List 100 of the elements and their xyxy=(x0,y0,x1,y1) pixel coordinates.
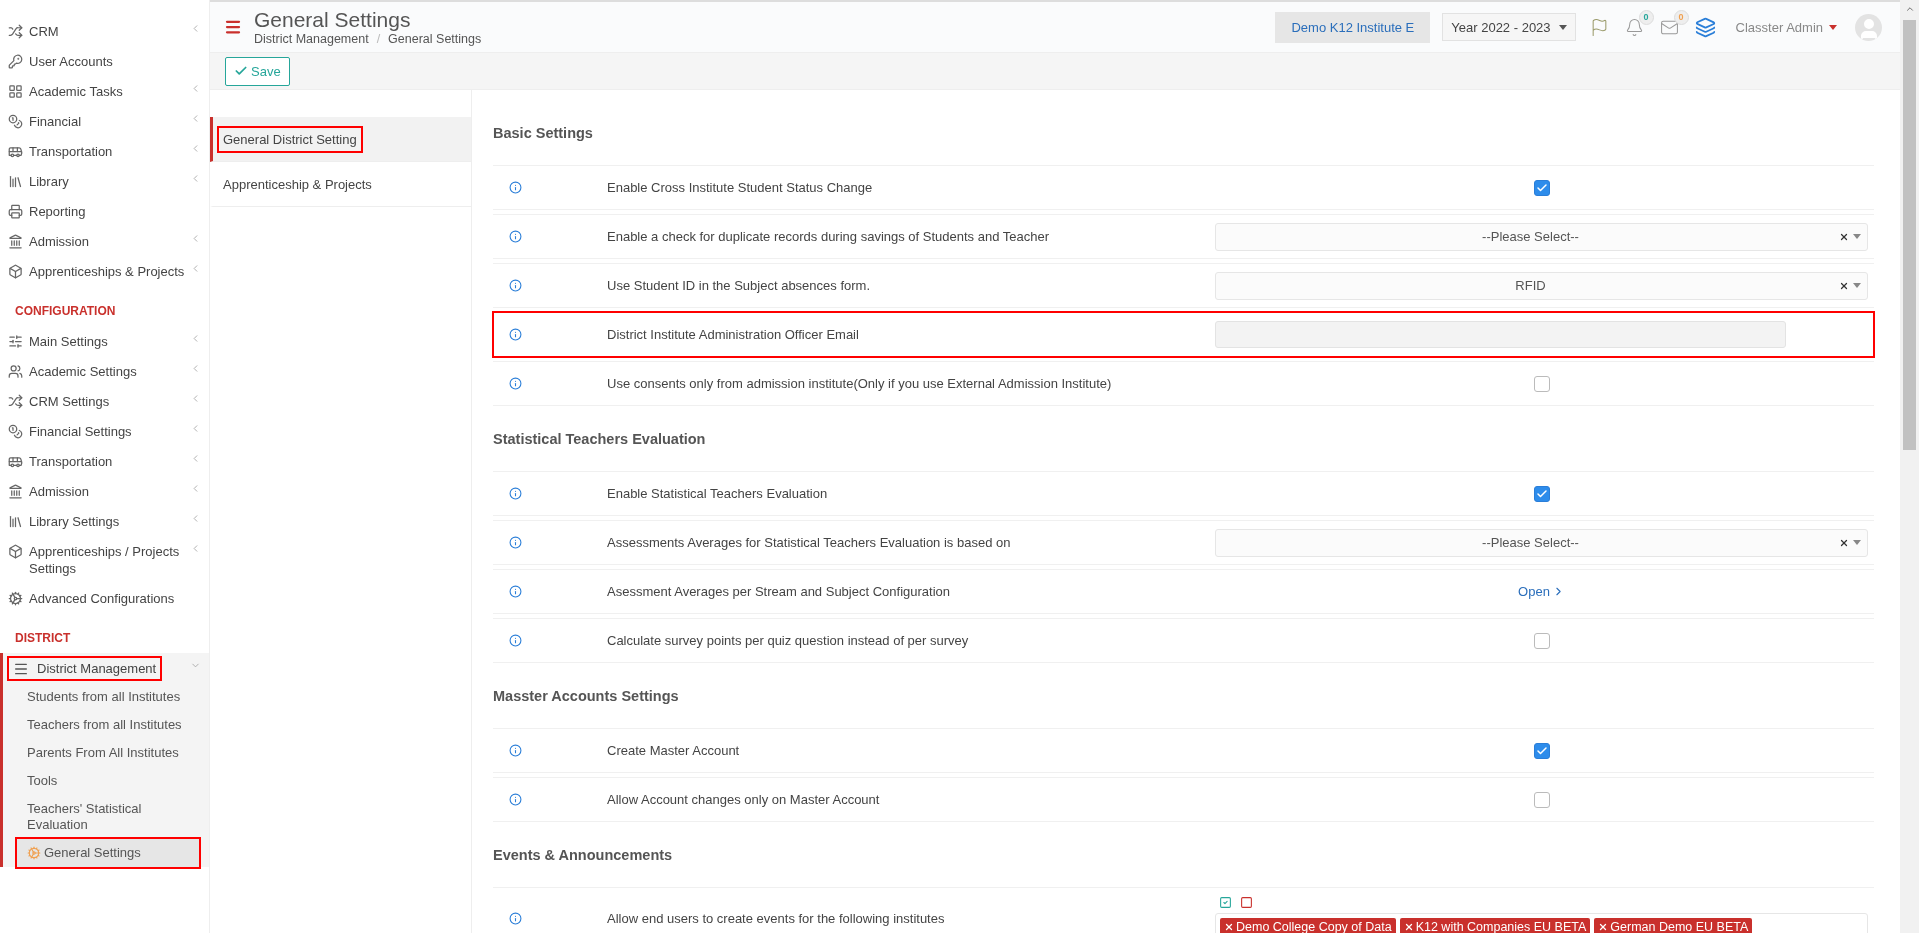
tab-label: Apprenticeship & Projects xyxy=(222,175,373,194)
sidebar-item[interactable]: User Accounts xyxy=(8,53,113,70)
info-icon[interactable] xyxy=(509,793,522,806)
caret-icon xyxy=(1853,283,1861,288)
check-icon xyxy=(234,64,248,78)
coins-icon xyxy=(8,424,23,439)
clear-icon[interactable] xyxy=(1839,280,1849,291)
setting-label: Use consents only from admission institute(Only if you use External Admission Institute) xyxy=(607,376,1113,391)
gear-icon xyxy=(8,591,23,606)
institute-tag: German Demo EU BETA xyxy=(1594,917,1753,933)
info-icon[interactable] xyxy=(509,181,522,194)
checkbox[interactable] xyxy=(1533,632,1550,649)
key-icon xyxy=(8,54,23,69)
check-icon xyxy=(1535,744,1548,757)
sidebar-item[interactable]: Apprenticeships / Projects Settings xyxy=(8,543,190,577)
sidebar-item[interactable]: Library xyxy=(8,173,69,190)
sidebar-subitem[interactable]: Tools xyxy=(17,767,199,795)
institute-tag: K12 with Companies EU BETA xyxy=(1399,917,1591,933)
sidebar-item[interactable]: Academic Settings xyxy=(8,363,137,380)
info-icon[interactable] xyxy=(509,328,522,341)
section-title: Masster Accounts Settings xyxy=(493,687,680,706)
sidebar-item[interactable]: Financial Settings xyxy=(8,423,132,440)
sidebar-item[interactable]: Transportation xyxy=(8,143,113,160)
sidebar-subitem[interactable]: General Settings xyxy=(17,839,199,867)
setting-label: Enable Statistical Teachers Evaluation xyxy=(607,486,829,501)
sidebar-subitem[interactable]: Teachers from all Institutes xyxy=(17,711,199,739)
bank-icon xyxy=(8,484,23,499)
select-field[interactable]: --Please Select-- xyxy=(1215,528,1868,557)
sidebar-item[interactable]: Advanced Configurations xyxy=(8,590,175,607)
sidebar-item[interactable]: Main Settings xyxy=(8,333,108,350)
sidebar-item[interactable]: Transportation xyxy=(8,453,113,470)
sidebar-item[interactable]: CRM Settings xyxy=(8,393,110,410)
info-icon[interactable] xyxy=(509,279,522,292)
year-dropdown[interactable]: Year 2022 - 2023 xyxy=(1442,13,1576,41)
sidebar-item[interactable]: Financial xyxy=(8,113,82,130)
checkbox[interactable] xyxy=(1533,742,1550,759)
remove-icon[interactable] xyxy=(1403,921,1414,932)
section-title: Events & Announcements xyxy=(493,846,674,865)
sidebar-item[interactable]: Reporting xyxy=(8,203,86,220)
sidebar-item[interactable]: Apprenticeships & Projects xyxy=(8,263,185,280)
setting-label: Calculate survey points per quiz question instead of per survey xyxy=(607,633,970,648)
email-field[interactable] xyxy=(1215,321,1786,348)
info-icon[interactable] xyxy=(509,585,522,598)
people-icon xyxy=(8,364,23,379)
deselect-all-icon[interactable] xyxy=(1240,895,1253,909)
menu-icon[interactable] xyxy=(224,18,242,36)
clear-icon[interactable] xyxy=(1839,231,1849,242)
settings-tab[interactable]: General District Setting xyxy=(210,117,471,162)
scroll-up-icon[interactable] xyxy=(1904,4,1915,14)
sidebar-item[interactable]: CRM xyxy=(8,23,59,40)
setting-label: Allow Account changes only on Master Account xyxy=(607,792,881,807)
setting-label: District Institute Administration Officer Email xyxy=(607,327,860,342)
check-icon xyxy=(1535,181,1548,194)
breadcrumb-item[interactable]: District Management xyxy=(254,32,369,46)
setting-label: Enable Cross Institute Student Status Change xyxy=(607,180,874,195)
institute-tag: Demo College Copy of Data xyxy=(1220,917,1396,933)
notification-count: 0 xyxy=(1638,9,1654,25)
info-icon[interactable] xyxy=(509,634,522,647)
grid-icon xyxy=(8,84,23,99)
multiselect-field[interactable]: Demo College Copy of Data K12 with Companies EU BETA German Demo EU BETA xyxy=(1215,912,1868,933)
checkbox[interactable] xyxy=(1533,791,1550,808)
sidebar-item[interactable]: Admission xyxy=(8,233,89,250)
coins-icon xyxy=(8,114,23,129)
scrollbar-track[interactable] xyxy=(1900,0,1919,933)
remove-icon[interactable] xyxy=(1598,921,1609,932)
sidebar-item[interactable]: Academic Tasks xyxy=(8,83,123,100)
scrollbar-thumb[interactable] xyxy=(1903,20,1916,450)
caret-icon xyxy=(1853,540,1861,545)
remove-icon[interactable] xyxy=(1224,921,1234,932)
select-all-icon[interactable] xyxy=(1219,895,1232,909)
printer-icon xyxy=(8,204,23,219)
setting-label: Use Student ID in the Subject absences form. xyxy=(607,278,872,293)
sidebar-subitem[interactable]: Teachers' Statistical Evaluation xyxy=(17,795,199,839)
info-icon[interactable] xyxy=(509,230,522,243)
box-icon xyxy=(8,264,23,279)
info-icon[interactable] xyxy=(509,487,522,500)
info-icon[interactable] xyxy=(509,377,522,390)
breadcrumb-separator: / xyxy=(376,32,381,46)
books-icon xyxy=(8,174,23,189)
institute-button[interactable]: Demo K12 Institute E xyxy=(1275,11,1431,43)
sidebar-heading: CONFIGURATION xyxy=(14,303,117,320)
sidebar-item[interactable]: District Management xyxy=(11,660,159,677)
shuffle-icon xyxy=(8,24,23,39)
sidebar-item[interactable]: Library Settings xyxy=(8,513,120,530)
checkbox[interactable] xyxy=(1533,375,1550,392)
checkbox[interactable] xyxy=(1533,179,1550,196)
select-field[interactable]: --Please Select-- xyxy=(1215,222,1868,251)
setting-label: Asessment Averages per Stream and Subject Configuration xyxy=(607,584,951,599)
user-menu[interactable]: Classter Admin xyxy=(1729,18,1843,36)
open-link[interactable]: Open xyxy=(1518,584,1565,599)
clear-icon[interactable] xyxy=(1839,537,1849,548)
info-icon[interactable] xyxy=(509,744,522,757)
info-icon[interactable] xyxy=(509,911,522,925)
info-icon[interactable] xyxy=(509,536,522,549)
select-field[interactable]: RFID xyxy=(1215,271,1868,300)
sidebar-subitem[interactable]: Parents From All Institutes xyxy=(17,739,199,767)
sidebar-subitem[interactable]: Students from all Institutes xyxy=(17,683,199,711)
checkbox[interactable] xyxy=(1533,485,1550,502)
sidebar-item[interactable]: Admission xyxy=(8,483,89,500)
message-count: 0 xyxy=(1673,9,1689,25)
